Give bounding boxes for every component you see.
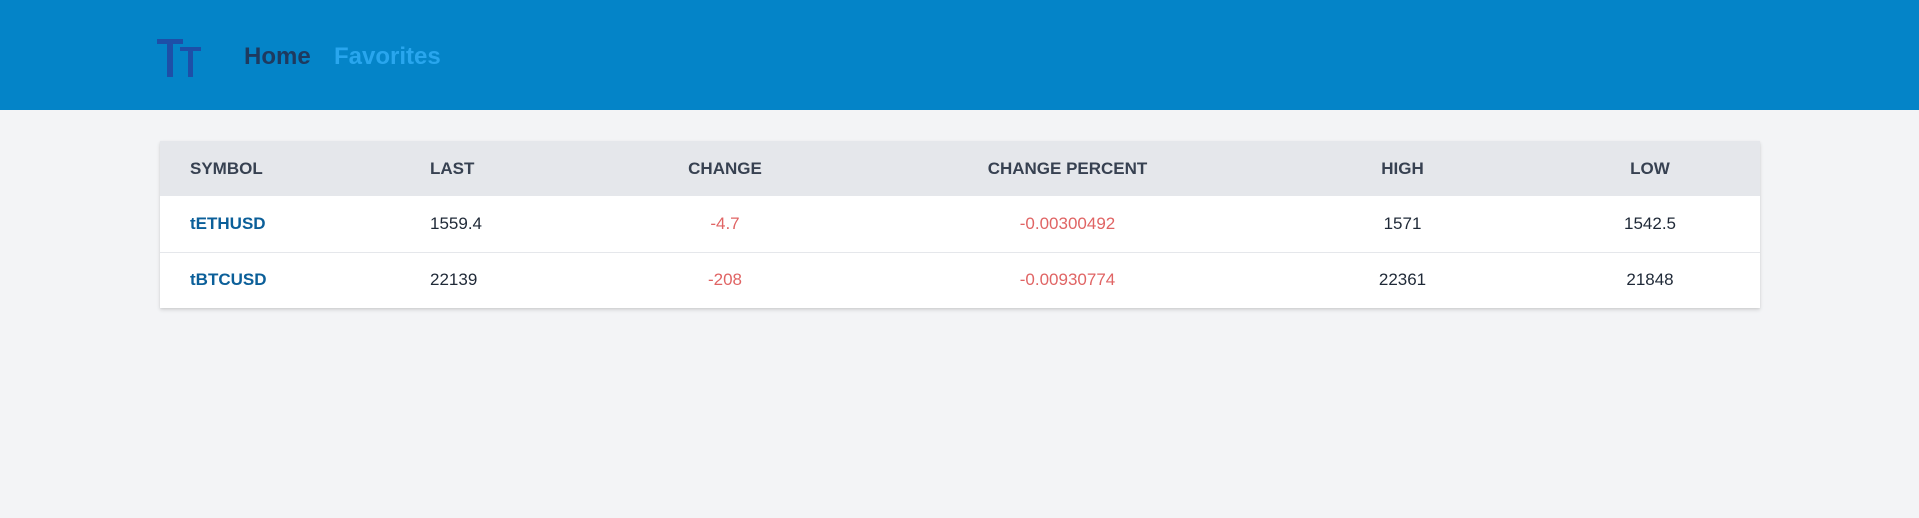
nav-favorites-link[interactable]: Favorites: [334, 40, 441, 74]
symbol-link[interactable]: tETHUSD: [190, 214, 266, 233]
ticker-table: SYMBOL LAST CHANGE CHANGE PERCENT HIGH L…: [160, 141, 1760, 308]
low-cell: 1542.5: [1624, 213, 1676, 233]
change-percent-cell: -0.00930774: [1019, 270, 1116, 290]
symbol-cell: tBTCUSD: [160, 252, 430, 308]
header-change: CHANGE: [688, 158, 762, 178]
change-cell: -4.7: [710, 213, 740, 233]
last-cell: 1559.4: [430, 213, 482, 233]
change-percent-cell: -0.00300492: [1019, 213, 1116, 233]
header-high: HIGH: [1381, 158, 1424, 178]
ticker-table-card: SYMBOL LAST CHANGE CHANGE PERCENT HIGH L…: [160, 141, 1760, 308]
symbol-link[interactable]: tBTCUSD: [190, 270, 267, 289]
header-symbol: SYMBOL: [190, 158, 263, 178]
high-cell: 1571: [1383, 213, 1422, 233]
header-change-percent: CHANGE PERCENT: [987, 158, 1148, 178]
table-row: tETHUSD 1559.4 -4.7 -0.00300492 1571 154…: [160, 196, 1760, 252]
top-header: TT Home Favorites: [0, 0, 1919, 110]
nav-home-link[interactable]: Home: [244, 40, 311, 74]
low-cell: 21848: [1626, 270, 1674, 290]
symbol-cell: tETHUSD: [160, 196, 430, 252]
logo-icon[interactable]: [156, 32, 204, 80]
header-low: LOW: [1630, 158, 1670, 178]
header-last: LAST: [430, 158, 475, 178]
high-cell: 22361: [1378, 270, 1427, 290]
table-header-row: SYMBOL LAST CHANGE CHANGE PERCENT HIGH L…: [160, 141, 1760, 196]
table-row: tBTCUSD 22139 -208 -0.00930774 22361 218…: [160, 252, 1760, 308]
last-cell: 22139: [430, 270, 478, 290]
change-cell: -208: [707, 270, 743, 290]
